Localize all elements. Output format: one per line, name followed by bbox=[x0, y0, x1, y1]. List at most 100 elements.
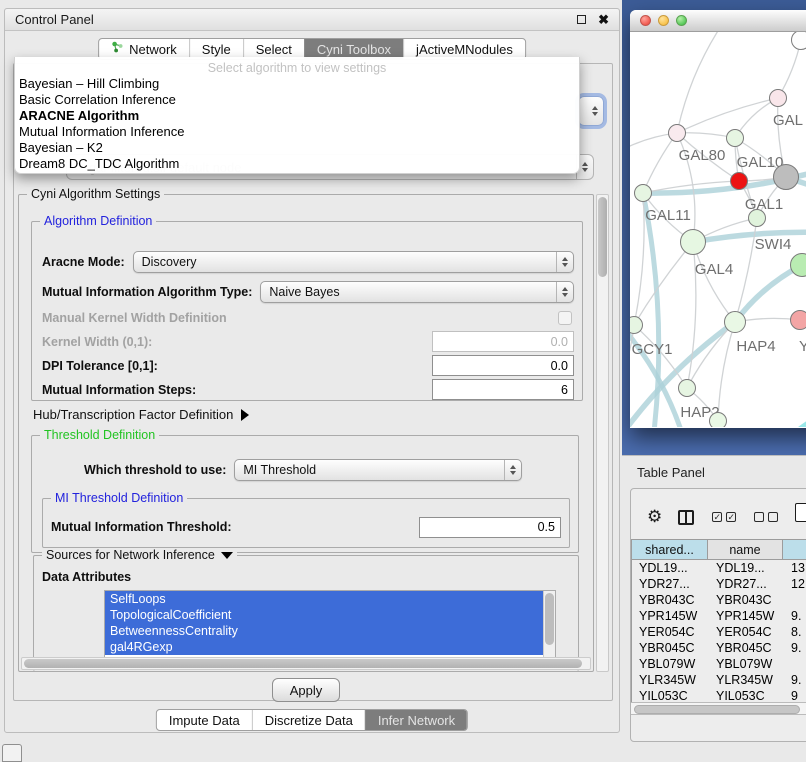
dropdown-item-aracne-algorithm[interactable]: ARACNE Algorithm bbox=[15, 108, 579, 124]
network-node-gray-node[interactable] bbox=[773, 164, 799, 190]
attribute-item-gal4rgexp[interactable]: gal4RGexp bbox=[105, 639, 555, 655]
column-header-col3[interactable] bbox=[783, 539, 806, 560]
network-node-y[interactable] bbox=[790, 310, 806, 330]
network-node-gal4[interactable] bbox=[680, 229, 706, 255]
mi-threshold-definition-title: MI Threshold Definition bbox=[51, 491, 187, 505]
tab-jactivemnodules[interactable]: jActiveMNodules bbox=[403, 39, 525, 59]
minimized-panel-icon[interactable] bbox=[2, 744, 22, 762]
dropdown-item-mutual-information-inference[interactable]: Mutual Information Inference bbox=[15, 124, 579, 140]
table-row[interactable]: YBR043CYBR043C bbox=[632, 592, 806, 608]
gear-icon[interactable]: ⚙ bbox=[647, 509, 662, 526]
column-header-shared[interactable]: shared... bbox=[631, 539, 708, 560]
apply-button[interactable]: Apply bbox=[272, 678, 340, 702]
list-scrollbar[interactable] bbox=[543, 591, 555, 659]
manual-kernel-label: Manual Kernel Width Definition bbox=[42, 311, 227, 325]
algorithm-combobox-fragment[interactable] bbox=[578, 96, 604, 126]
column-header-name[interactable]: name bbox=[708, 539, 783, 560]
network-edge bbox=[643, 193, 659, 427]
tab-select[interactable]: Select bbox=[243, 39, 304, 59]
close-window-icon[interactable] bbox=[640, 15, 651, 26]
network-node-hap4[interactable] bbox=[724, 311, 746, 333]
tab-style[interactable]: Style bbox=[189, 39, 243, 59]
network-node-swi4[interactable] bbox=[748, 209, 766, 227]
data-attributes-list[interactable]: SelfLoopsTopologicalCoefficientBetweenne… bbox=[104, 590, 556, 660]
dropdown-item-basic-correlation-inference[interactable]: Basic Correlation Inference bbox=[15, 92, 579, 108]
mi-steps-field[interactable] bbox=[432, 379, 574, 400]
settings-vertical-scrollbar[interactable] bbox=[596, 194, 609, 672]
kernel-width-label: Kernel Width (0,1): bbox=[42, 335, 152, 349]
tab-infer-network[interactable]: Infer Network bbox=[365, 710, 467, 730]
network-node-gal80[interactable] bbox=[668, 124, 686, 142]
network-edge bbox=[760, 384, 806, 427]
hub-definition-expander[interactable]: Hub/Transcription Factor Definition bbox=[33, 407, 249, 422]
collapse-down-icon bbox=[221, 552, 233, 559]
columns-icon[interactable] bbox=[678, 510, 694, 525]
table-row[interactable]: YDL19...YDL19...13 bbox=[632, 560, 806, 576]
dropdown-item-list: Bayesian – Hill ClimbingBasic Correlatio… bbox=[15, 76, 579, 172]
table-cell: YDR27... bbox=[632, 577, 709, 591]
dropdown-item-bayesian-k2[interactable]: Bayesian – K2 bbox=[15, 140, 579, 156]
table-row[interactable]: YBL079WYBL079W bbox=[632, 656, 806, 672]
network-edge bbox=[677, 32, 725, 133]
dpi-tolerance-field[interactable] bbox=[432, 355, 574, 376]
network-node-n-top[interactable] bbox=[791, 32, 806, 50]
table-row[interactable]: YLR345WYLR345W9. bbox=[632, 672, 806, 688]
dpi-tolerance-label: DPI Tolerance [0,1]: bbox=[42, 359, 158, 373]
tab-impute-data[interactable]: Impute Data bbox=[157, 710, 252, 730]
deselect-all-checks-icon[interactable] bbox=[754, 512, 778, 522]
tab-cyni-toolbox[interactable]: Cyni Toolbox bbox=[304, 39, 403, 59]
dropdown-prompt: Select algorithm to view settings bbox=[15, 57, 579, 76]
algorithm-definition-group: Algorithm Definition Aracne Mode: Discov… bbox=[31, 221, 583, 401]
tab-label: Infer Network bbox=[378, 713, 455, 728]
mi-threshold-field[interactable] bbox=[419, 517, 561, 538]
sources-group-title[interactable]: Sources for Network Inference bbox=[42, 548, 237, 562]
minimize-window-icon[interactable] bbox=[658, 15, 669, 26]
dropdown-item-bayesian-hill-climbing[interactable]: Bayesian – Hill Climbing bbox=[15, 76, 579, 92]
mi-type-combobox[interactable]: Naive Bayes bbox=[260, 281, 574, 303]
node-label-y: Y bbox=[799, 338, 806, 355]
network-node-gal1[interactable] bbox=[730, 172, 748, 190]
close-panel-icon[interactable]: ✖ bbox=[598, 13, 609, 26]
manual-kernel-row: Manual Kernel Width Definition bbox=[42, 310, 574, 326]
select-all-checks-icon[interactable]: ✓✓ bbox=[712, 512, 736, 522]
table-cell: YIL053C bbox=[709, 689, 784, 702]
attribute-item-topologicalcoefficient[interactable]: TopologicalCoefficient bbox=[105, 607, 555, 623]
network-node-gal10[interactable] bbox=[726, 129, 744, 147]
network-canvas[interactable]: GALGAL80GAL10GAL1GAL11SWI4GAL4GCY1HAP4YH… bbox=[630, 32, 806, 427]
table-row[interactable]: YDR27...YDR27...12 bbox=[632, 576, 806, 592]
node-label-swi4: SWI4 bbox=[755, 236, 792, 253]
network-node-hap2[interactable] bbox=[678, 379, 696, 397]
table-row[interactable]: YPR145WYPR145W9. bbox=[632, 608, 806, 624]
network-node-gal11[interactable] bbox=[634, 184, 652, 202]
attribute-item-selfloops[interactable]: SelfLoops bbox=[105, 591, 555, 607]
settings-horizontal-scrollbar[interactable] bbox=[21, 657, 591, 670]
kernel-width-field[interactable] bbox=[432, 331, 574, 352]
table-row[interactable]: YBR045CYBR045C9. bbox=[632, 640, 806, 656]
tab-discretize-data[interactable]: Discretize Data bbox=[252, 710, 365, 730]
attribute-item-betweennesscentrality[interactable]: BetweennessCentrality bbox=[105, 623, 555, 639]
which-threshold-label: Which threshold to use: bbox=[84, 463, 226, 477]
hub-definition-label: Hub/Transcription Factor Definition bbox=[33, 407, 233, 422]
table-panel-region: Table Panel ⚙ ✓✓ shared...name YDL19...Y… bbox=[622, 455, 806, 762]
mi-steps-label: Mutual Information Steps: bbox=[42, 383, 196, 397]
float-window-icon[interactable] bbox=[577, 15, 586, 24]
table-row[interactable]: YER054CYER054C8. bbox=[632, 624, 806, 640]
table-cell: YDL19... bbox=[709, 561, 784, 575]
tab-label: jActiveMNodules bbox=[416, 42, 513, 57]
network-edge bbox=[718, 322, 735, 421]
combo-stepper-icon bbox=[586, 97, 603, 125]
table-horizontal-scrollbar[interactable] bbox=[631, 702, 806, 715]
network-node-n-bot[interactable] bbox=[709, 412, 727, 427]
aracne-mode-combobox[interactable]: Discovery bbox=[133, 251, 574, 273]
dropdown-item-dream8-dc-tdc-algorithm[interactable]: Dream8 DC_TDC Algorithm bbox=[15, 156, 579, 172]
table-row[interactable]: YIL053CYIL053C9 bbox=[632, 688, 806, 702]
tab-network[interactable]: Network bbox=[99, 39, 189, 59]
algorithm-dropdown: Select algorithm to view settings Bayesi… bbox=[14, 57, 580, 174]
zoom-window-icon[interactable] bbox=[676, 15, 687, 26]
which-threshold-combobox[interactable]: MI Threshold bbox=[234, 459, 522, 481]
cyni-algorithm-settings-group: Cyni Algorithm Settings Algorithm Defini… bbox=[18, 194, 594, 672]
manual-kernel-checkbox[interactable] bbox=[558, 311, 572, 325]
new-table-icon[interactable] bbox=[795, 503, 806, 522]
network-node-gal[interactable] bbox=[769, 89, 787, 107]
network-edge bbox=[643, 133, 677, 193]
